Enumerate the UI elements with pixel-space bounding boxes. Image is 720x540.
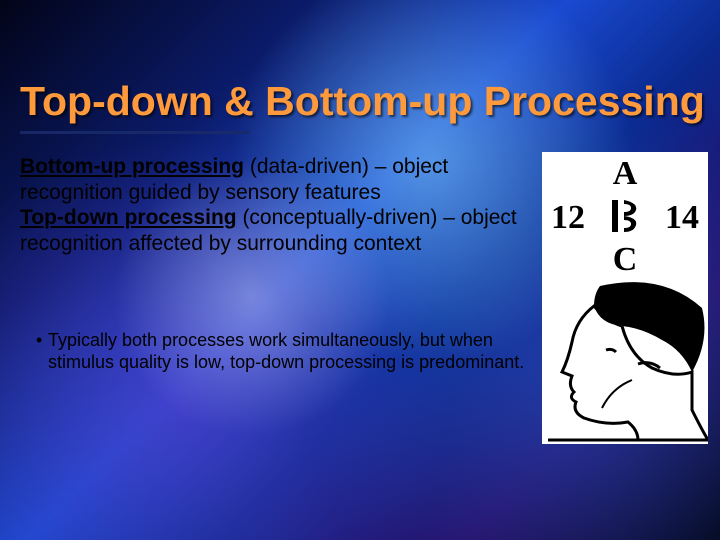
body-text: Bottom-up processing (data-driven) – obj… [20, 154, 520, 256]
svg-text:C: C [613, 241, 638, 278]
svg-text:12: 12 [551, 199, 585, 236]
ambiguous-letters-icon: A 12 14 C [542, 152, 708, 280]
bullet-marker: • [36, 330, 42, 352]
bullet-item: • Typically both processes work simultan… [48, 330, 538, 374]
title-underline [20, 131, 250, 134]
slide-title: Top-down & Bottom-up Processing [20, 78, 710, 125]
figure-panel: A 12 14 C [542, 152, 708, 444]
bullet-text: Typically both processes work simultaneo… [48, 330, 524, 372]
svg-text:14: 14 [665, 199, 699, 236]
slide: Top-down & Bottom-up Processing Bottom-u… [0, 0, 720, 540]
bottom-up-term: Bottom-up processing [20, 155, 244, 178]
ambiguous-face-icon [542, 280, 708, 444]
top-down-term: Top-down processing [20, 206, 237, 229]
svg-text:A: A [613, 155, 638, 192]
